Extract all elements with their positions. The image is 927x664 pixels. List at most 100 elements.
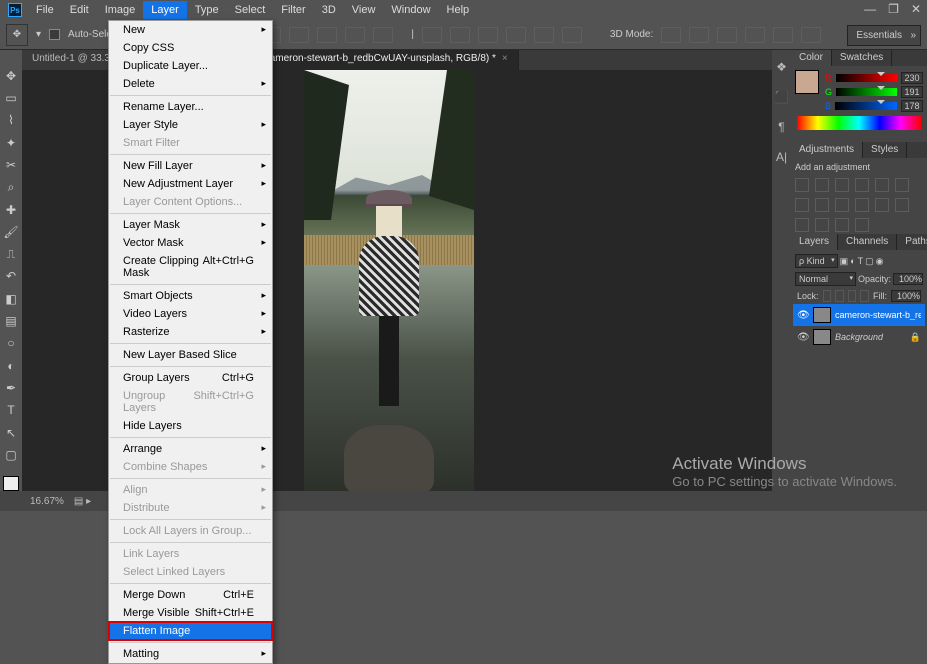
adjustment-icon[interactable] [895,198,909,212]
panel-tab-layers[interactable]: Layers [791,234,838,250]
panel-strip-icon[interactable]: ❖ [776,60,787,74]
menu-help[interactable]: Help [439,1,478,19]
menu-item-merge-visible[interactable]: Merge VisibleShift+Ctrl+E [109,604,272,622]
auto-select-checkbox[interactable] [49,29,60,40]
r-slider[interactable] [836,74,898,82]
menu-item-duplicate-layer-[interactable]: Duplicate Layer... [109,57,272,75]
3d-icon[interactable] [717,27,737,43]
menu-item-matting[interactable]: Matting [109,645,272,663]
layer-thumb[interactable] [813,329,831,345]
adjustment-icon[interactable] [855,218,869,232]
adjustment-icon[interactable] [875,178,889,192]
opacity-input[interactable] [893,273,923,285]
panel-tab-styles[interactable]: Styles [863,142,907,158]
adjustment-icon[interactable] [875,198,889,212]
g-value[interactable]: 191 [901,86,923,98]
align-icon[interactable] [289,27,309,43]
menu-item-new[interactable]: New [109,21,272,39]
menu-item-video-layers[interactable]: Video Layers [109,305,272,323]
blur-tool[interactable]: ○ [3,336,19,351]
dodge-tool[interactable]: ◐ [3,358,19,373]
visibility-icon[interactable]: 👁 [797,332,809,343]
visibility-icon[interactable]: 👁 [797,310,809,321]
3d-icon[interactable] [773,27,793,43]
distribute-icon[interactable] [422,27,442,43]
foreground-color[interactable] [795,70,819,94]
eraser-tool[interactable]: ◧ [3,291,19,306]
marquee-tool[interactable]: ▭ [3,90,19,105]
menu-edit[interactable]: Edit [62,1,97,19]
menu-item-new-fill-layer[interactable]: New Fill Layer [109,157,272,175]
color-spectrum[interactable] [797,116,921,130]
adjustment-icon[interactable] [815,218,829,232]
3d-icon[interactable] [661,27,681,43]
r-value[interactable]: 230 [901,72,923,84]
3d-icon[interactable] [745,27,765,43]
lock-icon[interactable] [823,290,832,302]
menu-filter[interactable]: Filter [273,1,313,19]
adjustment-icon[interactable] [795,198,809,212]
align-icon[interactable] [317,27,337,43]
menu-item-copy-css[interactable]: Copy CSS [109,39,272,57]
path-tool[interactable]: ↖ [3,425,19,440]
type-tool[interactable]: T [3,403,19,418]
distribute-icon[interactable] [534,27,554,43]
crop-tool[interactable]: ✂ [3,157,19,172]
menu-layer[interactable]: Layer [143,1,187,19]
blend-mode[interactable]: Normal [795,272,856,286]
menu-file[interactable]: File [28,1,62,19]
lock-icon[interactable] [860,290,869,302]
adjustment-icon[interactable] [815,178,829,192]
healing-tool[interactable]: ✚ [3,202,19,217]
adjustment-icon[interactable] [835,178,849,192]
close-tab-icon[interactable]: × [502,53,508,64]
menu-item-create-clipping-mask[interactable]: Create Clipping MaskAlt+Ctrl+G [109,252,272,282]
menu-item-vector-mask[interactable]: Vector Mask [109,234,272,252]
gradient-tool[interactable]: ▤ [3,313,19,328]
fill-input[interactable] [891,290,921,302]
adjustment-icon[interactable] [835,218,849,232]
align-icon[interactable] [373,27,393,43]
close-button[interactable]: ✕ [911,2,921,16]
minimize-button[interactable]: — [864,2,876,16]
stamp-tool[interactable]: ⎍ [3,247,19,262]
maximize-button[interactable]: ❐ [888,2,899,16]
menu-item-rasterize[interactable]: Rasterize [109,323,272,341]
adjustment-icon[interactable] [895,178,909,192]
panel-tab-adjustments[interactable]: Adjustments [791,142,863,158]
menu-item-layer-mask[interactable]: Layer Mask [109,216,272,234]
panel-strip-icon[interactable]: A| [776,150,787,164]
menu-item-layer-style[interactable]: Layer Style [109,116,272,134]
g-slider[interactable] [836,88,897,96]
wand-tool[interactable]: ✦ [3,135,19,150]
move-tool-icon[interactable]: ✥ [6,24,28,46]
menu-item-group-layers[interactable]: Group LayersCtrl+G [109,369,272,387]
adjustment-icon[interactable] [835,198,849,212]
move-tool[interactable]: ✥ [3,68,19,83]
adjustment-icon[interactable] [795,178,809,192]
menu-item-rename-layer-[interactable]: Rename Layer... [109,98,272,116]
b-slider[interactable] [835,102,897,110]
brush-tool[interactable]: 🖌 [3,224,19,239]
menu-item-hide-layers[interactable]: Hide Layers [109,417,272,435]
menu-image[interactable]: Image [97,1,144,19]
menu-item-merge-down[interactable]: Merge DownCtrl+E [109,586,272,604]
adjustment-icon[interactable] [855,178,869,192]
layer-row[interactable]: 👁cameron-stewart-b_redbC... [793,304,925,326]
distribute-icon[interactable] [450,27,470,43]
menu-item-delete[interactable]: Delete [109,75,272,93]
shape-tool[interactable]: ▢ [3,447,19,462]
zoom-level[interactable]: 16.67% [30,496,64,507]
menu-item-new-layer-based-slice[interactable]: New Layer Based Slice [109,346,272,364]
panel-tab-swatches[interactable]: Swatches [832,50,892,66]
eyedropper-tool[interactable]: ⌕ [3,180,19,195]
lasso-tool[interactable]: ⌇ [3,113,19,128]
menu-item-arrange[interactable]: Arrange [109,440,272,458]
panel-tab-paths[interactable]: Paths [897,234,927,250]
menu-select[interactable]: Select [227,1,274,19]
panel-strip-icon[interactable]: ⬛ [774,90,789,104]
adjustment-icon[interactable] [815,198,829,212]
panel-strip-icon[interactable]: ¶ [778,120,784,134]
layer-thumb[interactable] [813,307,831,323]
panel-tab-color[interactable]: Color [791,50,832,66]
